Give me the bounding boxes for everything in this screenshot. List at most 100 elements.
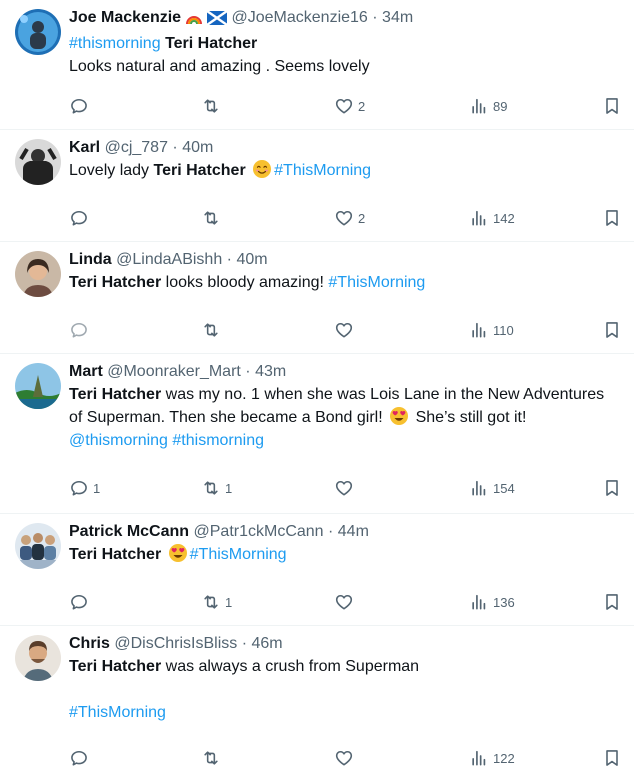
user-handle[interactable]: @Patr1ckMcCann [194, 523, 324, 540]
reply-button[interactable] [69, 590, 93, 614]
retweet-button[interactable]: 1 [201, 476, 232, 500]
reply-button[interactable] [69, 94, 93, 118]
action-bar: 1 1 154 [0, 476, 634, 500]
bold-mention: Teri Hatcher [69, 386, 162, 403]
heart-eyes-emoji [389, 406, 409, 426]
retweet-icon [201, 320, 221, 340]
separator: · [222, 251, 237, 268]
hashtag-link[interactable]: #ThisMorning [328, 274, 425, 291]
hashtag-link[interactable]: #ThisMorning [274, 162, 371, 179]
bookmark-button[interactable] [602, 94, 622, 118]
reply-icon [69, 96, 89, 116]
views-button[interactable]: 110 [469, 318, 514, 342]
views-button[interactable]: 122 [469, 746, 515, 770]
mention-link[interactable]: @thismorning [69, 432, 168, 449]
views-button[interactable]: 89 [469, 94, 507, 118]
timestamp[interactable]: 40m [182, 139, 213, 156]
reply-icon [69, 748, 89, 768]
action-bar: 122 [0, 746, 634, 770]
timestamp[interactable]: 43m [255, 363, 286, 380]
hashtag-link[interactable]: #ThisMorning [69, 704, 166, 721]
tweet[interactable]: Karl @cj_787 · 40m Lovely lady Teri Hatc… [0, 130, 634, 242]
bold-mention: Teri Hatcher [153, 162, 246, 179]
like-button[interactable] [334, 746, 358, 770]
rainbow-emoji [185, 9, 203, 32]
tweet[interactable]: Linda @LindaABishh · 40m Teri Hatcher lo… [0, 242, 634, 354]
tweet-text: Teri Hatcher was always a crush from Sup… [69, 655, 634, 724]
retweet-button[interactable] [201, 746, 225, 770]
reply-button[interactable] [69, 746, 93, 770]
bookmark-button[interactable] [602, 318, 622, 342]
reply-button[interactable] [69, 206, 93, 230]
separator: · [323, 523, 338, 540]
bookmark-button[interactable] [602, 746, 622, 770]
bookmark-icon [602, 478, 622, 498]
tweet-text: #thismorning Teri Hatcher Looks natural … [69, 32, 634, 78]
user-handle[interactable]: @DisChrisIsBliss [114, 635, 237, 652]
retweet-button[interactable] [201, 318, 225, 342]
view-count: 110 [493, 322, 514, 338]
timestamp[interactable]: 44m [338, 523, 369, 540]
view-count: 154 [493, 480, 515, 496]
display-name[interactable]: Karl [69, 139, 100, 156]
views-button[interactable]: 154 [469, 476, 515, 500]
views-icon [469, 592, 489, 612]
reply-button[interactable] [69, 318, 93, 342]
timestamp[interactable]: 46m [252, 635, 283, 652]
avatar[interactable] [15, 523, 61, 569]
display-name[interactable]: Mart [69, 363, 103, 380]
bookmark-button[interactable] [602, 206, 622, 230]
views-button[interactable]: 136 [469, 590, 515, 614]
tweet[interactable]: Joe Mackenzie @JoeMackenzie16 · 34m #thi… [0, 0, 634, 130]
tweet[interactable]: Mart @Moonraker_Mart · 43m Teri Hatcher … [0, 354, 634, 514]
like-icon [334, 96, 354, 116]
hashtag-link[interactable]: #thismorning [69, 35, 161, 52]
smiling-face-emoji [252, 159, 272, 179]
display-name[interactable]: Linda [69, 251, 112, 268]
hashtag-link[interactable]: #ThisMorning [190, 546, 287, 563]
user-handle[interactable]: @LindaABishh [116, 251, 222, 268]
views-icon [469, 208, 489, 228]
bookmark-button[interactable] [602, 476, 622, 500]
like-button[interactable] [334, 476, 358, 500]
retweet-button[interactable] [201, 206, 225, 230]
display-name[interactable]: Chris [69, 635, 110, 652]
timestamp[interactable]: 34m [382, 9, 413, 26]
retweet-count: 1 [225, 480, 233, 496]
views-button[interactable]: 142 [469, 206, 515, 230]
like-button[interactable]: 2 [334, 94, 365, 118]
like-button[interactable] [334, 318, 358, 342]
bold-mention: Teri Hatcher [69, 274, 162, 291]
tweet[interactable]: Patrick McCann @Patr1ckMcCann · 44m Teri… [0, 514, 634, 626]
avatar[interactable] [15, 251, 61, 297]
retweet-button[interactable]: 1 [201, 590, 232, 614]
user-handle[interactable]: @JoeMackenzie16 [232, 9, 368, 26]
display-name[interactable]: Joe Mackenzie [69, 9, 181, 26]
like-icon [334, 478, 354, 498]
reply-icon [69, 320, 89, 340]
hashtag-link[interactable]: #thismorning [172, 432, 264, 449]
separator: · [367, 9, 383, 26]
view-count: 136 [493, 594, 515, 610]
reply-button[interactable]: 1 [69, 476, 100, 500]
user-handle[interactable]: @cj_787 [105, 139, 168, 156]
tweet[interactable]: Chris @DisChrisIsBliss · 46m Teri Hatche… [0, 626, 634, 770]
tweet-text-segment: Lovely lady [69, 162, 154, 179]
view-count: 142 [493, 210, 515, 226]
action-bar: 2 89 [0, 94, 634, 118]
like-button[interactable]: 2 [334, 206, 365, 230]
retweet-button[interactable] [201, 94, 225, 118]
separator: · [240, 363, 256, 380]
bookmark-button[interactable] [602, 590, 622, 614]
retweet-icon [201, 592, 221, 612]
avatar[interactable] [15, 363, 61, 409]
avatar[interactable] [15, 139, 61, 185]
avatar[interactable] [15, 635, 61, 681]
tweet-text: Teri Hatcher looks bloody amazing! #This… [69, 271, 634, 294]
user-handle[interactable]: @Moonraker_Mart [107, 363, 241, 380]
retweet-icon [201, 478, 221, 498]
like-button[interactable] [334, 590, 358, 614]
timestamp[interactable]: 40m [236, 251, 267, 268]
display-name[interactable]: Patrick McCann [69, 523, 189, 540]
avatar[interactable] [15, 9, 61, 55]
